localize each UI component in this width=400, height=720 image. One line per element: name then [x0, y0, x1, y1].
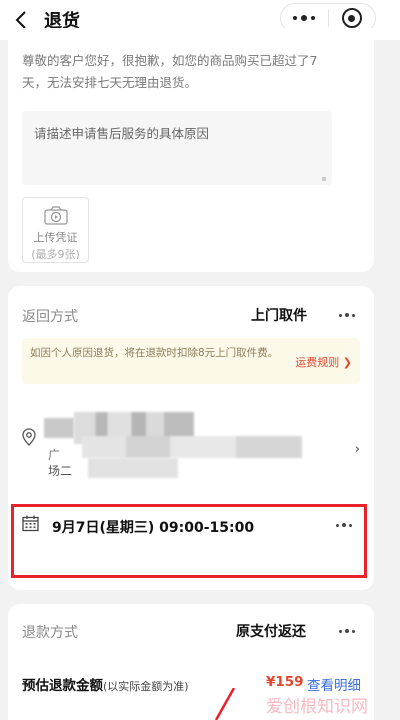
upload-label: 上传凭证 — [33, 231, 78, 244]
location-pin-icon — [22, 428, 36, 446]
address-text: 广 — [48, 448, 61, 462]
address-blur — [82, 436, 302, 458]
pickup-time: 9月7日(星期三) 09:00-15:00 — [52, 520, 255, 536]
fee-rules-link[interactable]: 运费规则 ❯ — [295, 354, 352, 370]
return-method-value[interactable]: 上门取件 — [251, 305, 307, 325]
return-method-card: 返回方式 上门取件 如因个人原因退货，将在退款时扣除8元上门取件费。 运费规则 … — [8, 286, 374, 590]
refund-amount-label: 预估退款金额(以实际金额为准) — [22, 674, 189, 694]
upload-limit: (最多9张) — [31, 248, 80, 261]
ellipsis-icon[interactable] — [336, 523, 352, 527]
refund-method-label: 退款方式 — [22, 625, 78, 641]
fee-tip-banner: 如因个人原因退货，将在退款时扣除8元上门取件费。 运费规则 ❯ — [22, 338, 360, 384]
target-icon — [341, 8, 362, 28]
back-arrow-icon[interactable] — [14, 11, 28, 29]
return-notice: 尊敬的客户您好，很抱歉，如您的商品购买已超过了7天，无法安排七天无理由退货。 — [22, 53, 318, 90]
refund-amount: ¥159 — [266, 674, 304, 690]
calendar-icon — [22, 515, 39, 532]
close-button[interactable] — [328, 8, 375, 28]
pickup-address[interactable]: 广 场二 › — [22, 412, 360, 498]
return-method-label: 返回方式 — [22, 309, 78, 325]
resize-handle — [322, 177, 326, 181]
address-blur — [88, 458, 178, 478]
chevron-right-icon: › — [354, 442, 360, 457]
watermark: 爱创根知识网 — [266, 697, 368, 717]
annotation-arrow-icon — [214, 688, 236, 720]
camera-icon — [44, 206, 68, 225]
reason-placeholder: 请描述申请售后服务的具体原因 — [34, 126, 210, 141]
refund-amount-note: (以实际金额为准) — [103, 680, 189, 693]
view-details-link[interactable]: 查看明细 — [307, 674, 361, 694]
upload-button[interactable]: 上传凭证 (最多9张) — [22, 197, 89, 263]
refund-method-value[interactable]: 原支付返还 — [236, 621, 306, 641]
address-blur — [44, 418, 74, 438]
refund-amount-title: 预估退款金额 — [22, 678, 103, 694]
fee-tip-text: 如因个人原因退货，将在退款时扣除8元上门取件费。 — [30, 347, 279, 359]
ellipsis-icon[interactable] — [339, 629, 355, 633]
reason-card: 尊敬的客户您好，很抱歉，如您的商品购买已超过了7天，无法安排七天无理由退货。 请… — [8, 28, 374, 272]
more-dots-icon[interactable] — [281, 15, 328, 21]
reason-input[interactable]: 请描述申请售后服务的具体原因 — [22, 111, 332, 185]
pickup-time-row[interactable]: 9月7日(星期三) 09:00-15:00 — [11, 504, 367, 578]
address-text: 场二 — [48, 464, 73, 478]
ellipsis-icon[interactable] — [339, 313, 355, 317]
